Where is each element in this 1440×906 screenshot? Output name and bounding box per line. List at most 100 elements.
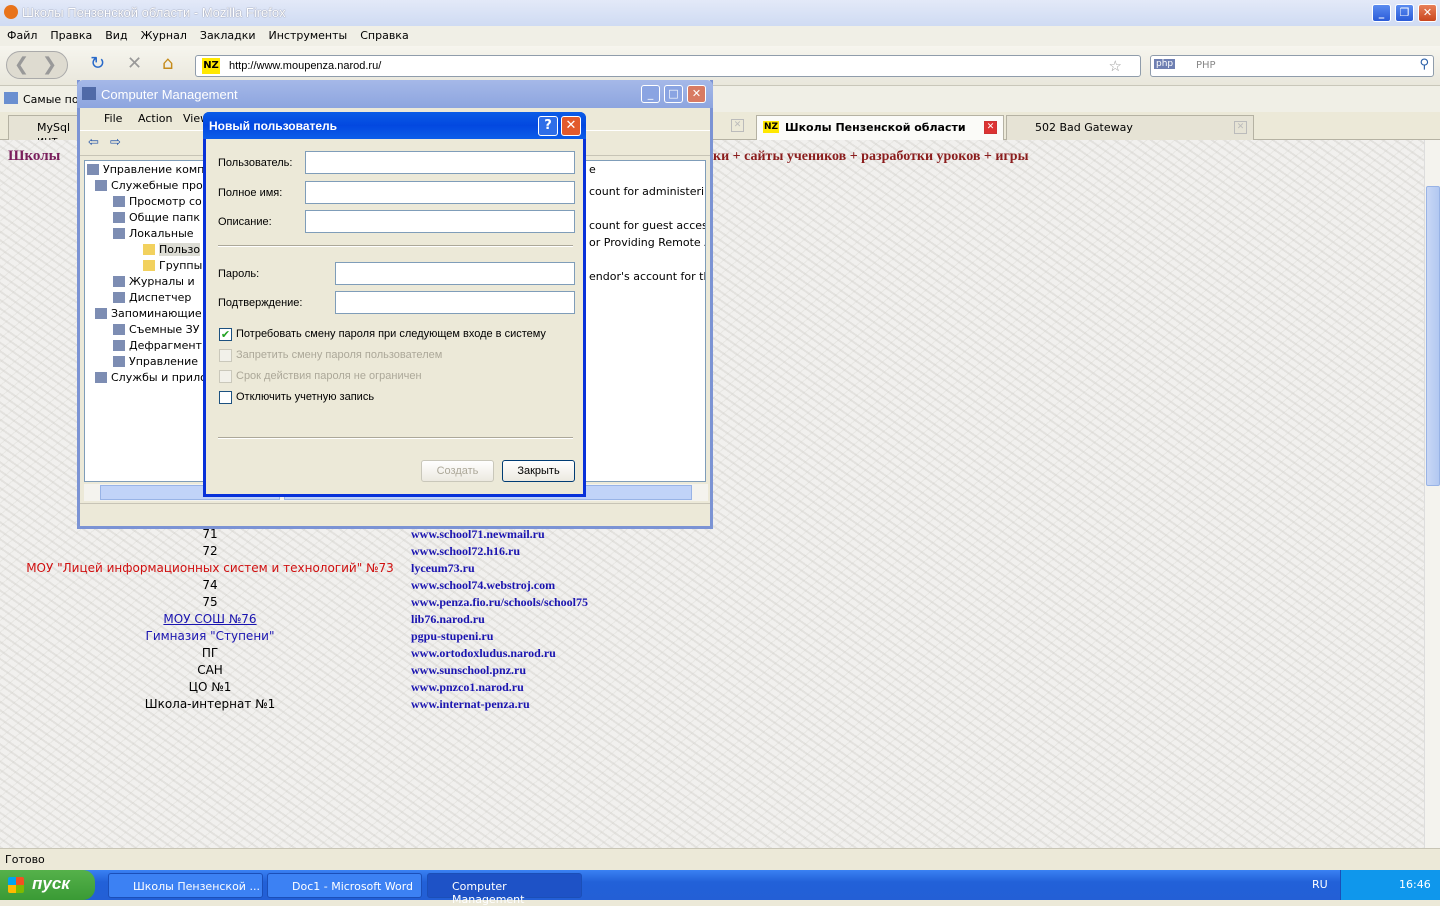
menu-file[interactable]: Файл [0,26,43,42]
tree-node[interactable]: Съемные ЗУ [129,323,199,336]
taskbar-word[interactable]: Doc1 - Microsoft Word [267,873,422,898]
taskbar-computer-management[interactable]: Computer Management [427,873,582,906]
minimize-button[interactable]: _ [1372,4,1391,22]
cm-minimize-button[interactable]: _ [641,85,660,103]
back-icon[interactable]: ⇦ [88,135,99,150]
tree-node[interactable]: Управление [129,355,198,368]
must-change-password-label[interactable]: Потребовать смену пароля при следующем в… [236,328,546,340]
account-disabled-checkbox[interactable] [219,391,232,404]
menu-history[interactable]: Журнал [134,26,193,42]
school-link[interactable]: www.penza.fio.ru/schools/school75 [411,595,588,610]
school-name[interactable]: Гимназия "Ступени" [0,629,420,643]
menu-bookmarks[interactable]: Закладки [193,26,262,42]
search-engine-icon[interactable]: php [1154,59,1176,69]
tool-icon [95,180,107,191]
windows-logo-icon [8,877,24,893]
tab-close-icon[interactable]: ✕ [731,119,744,132]
nz-favicon: NZ [763,121,780,133]
forward-icon[interactable]: ⇨ [110,135,121,150]
tree-node[interactable]: Запоминающие [111,307,202,320]
bookmark-star-icon[interactable]: ☆ [1109,57,1122,75]
school-name[interactable]: МОУ "Лицей информационных систем и техно… [0,561,420,575]
school-link[interactable]: www.school71.newmail.ru [411,527,545,542]
url-text[interactable]: http://www.moupenza.narod.ru/ [229,60,381,72]
tab-schools[interactable]: NZ Школы Пензенской области ✕ [756,115,1004,141]
school-link[interactable]: www.school72.h16.ru [411,544,520,559]
cm-maximize-button[interactable]: □ [664,85,683,103]
menu-view[interactable]: Вид [98,26,133,42]
password-input[interactable] [335,262,575,285]
help-button[interactable]: ? [538,116,558,136]
windows-taskbar: пуск Школы Пензенской ... Doc1 - Microso… [0,870,1440,906]
school-link[interactable]: www.ortodoxludus.narod.ru [411,646,556,661]
tree-node[interactable]: Журналы и [129,275,195,288]
page-scrollbar[interactable] [1424,140,1440,848]
close-dialog-button[interactable]: Закрыть [502,460,575,482]
password-never-expires-checkbox[interactable] [219,370,232,383]
tree-node[interactable]: Локальные [129,227,194,240]
account-disabled-label[interactable]: Отключить учетную запись [236,391,374,403]
tab-close-icon[interactable]: ✕ [1234,121,1247,134]
folder-icon [143,244,155,255]
confirm-label: Подтверждение: [218,297,303,309]
close-button[interactable]: ✕ [1418,4,1437,22]
start-button[interactable]: пуск [0,870,95,900]
tree-node[interactable]: Служебные про [111,179,203,192]
menu-edit[interactable]: Правка [43,26,98,42]
stop-icon[interactable]: ✕ [127,53,142,74]
search-input[interactable]: PHP [1196,60,1216,71]
cm-menu-file[interactable]: File [104,112,122,125]
tree-node[interactable]: Дефрагмент [129,339,202,352]
bookmark-most-visited[interactable]: Самые пос [23,93,85,106]
school-link[interactable]: lyceum73.ru [411,561,475,576]
restore-button[interactable]: ❐ [1395,4,1414,22]
username-input[interactable] [305,151,575,174]
dialog-close-button[interactable]: ✕ [561,116,581,136]
school-name[interactable]: МОУ СОШ №76 [0,612,420,626]
tab-close-icon[interactable]: ✕ [984,121,997,134]
reload-icon[interactable]: ↻ [90,53,105,74]
search-bar[interactable]: php PHP ⚲ [1150,55,1434,77]
tab-bad-gateway[interactable]: 502 Bad Gateway ✕ [1006,115,1254,140]
school-link[interactable]: www.internat-penza.ru [411,697,530,712]
description-input[interactable] [305,210,575,233]
user-description: or Providing Remote Assis [589,236,705,249]
school-link[interactable]: www.pnzco1.narod.ru [411,680,524,695]
home-icon[interactable]: ⌂ [162,53,173,74]
menu-tools[interactable]: Инструменты [262,26,354,42]
menu-help[interactable]: Справка [353,26,414,42]
tree-node[interactable]: Просмотр со [129,195,202,208]
school-link[interactable]: www.sunschool.pnz.ru [411,663,526,678]
computer-icon [82,87,96,100]
confirm-password-input[interactable] [335,291,575,314]
tree-node[interactable]: Диспетчер [129,291,191,304]
cm-menu-action[interactable]: Action [138,112,172,125]
school-name: Школа-интернат №1 [144,697,276,711]
tree-node[interactable]: Службы и прило [111,371,207,384]
cm-close-button[interactable]: ✕ [687,85,706,103]
tree-node[interactable]: Пользо [159,243,201,256]
status-text: Готово [5,853,45,866]
firefox-titlebar: Школы Пензенской области - Mozilla Firef… [0,0,1440,26]
forward-icon[interactable]: ❯ [42,54,57,75]
school-link[interactable]: pgpu-stupeni.ru [411,629,493,644]
school-link[interactable]: www.school74.webstroj.com [411,578,555,593]
language-indicator[interactable]: RU [1312,878,1328,891]
must-change-password-checkbox[interactable]: ✔ [219,328,232,341]
create-button[interactable]: Создать [421,460,494,482]
search-icon[interactable]: ⚲ [1419,57,1429,72]
scrollbar-thumb[interactable] [1426,186,1440,486]
cannot-change-password-checkbox[interactable] [219,349,232,362]
system-tray: 16:46 [1340,870,1440,900]
back-icon[interactable]: ❮ [14,54,29,75]
fullname-input[interactable] [305,181,575,204]
taskbar-firefox[interactable]: Школы Пензенской ... [108,873,263,898]
cannot-change-password-label[interactable]: Запретить смену пароля пользователем [236,349,442,361]
url-bar[interactable]: NZ http://www.moupenza.narod.ru/ ☆ [195,55,1141,77]
tree-node[interactable]: Управление компь [103,163,207,176]
password-never-expires-label[interactable]: Срок действия пароля не ограничен [236,370,422,382]
tree-node[interactable]: Общие папк [129,211,200,224]
tree-node[interactable]: Группы [159,259,202,272]
school-link[interactable]: lib76.narod.ru [411,612,485,627]
tab-mysql[interactable]: MySql инт [8,115,88,147]
